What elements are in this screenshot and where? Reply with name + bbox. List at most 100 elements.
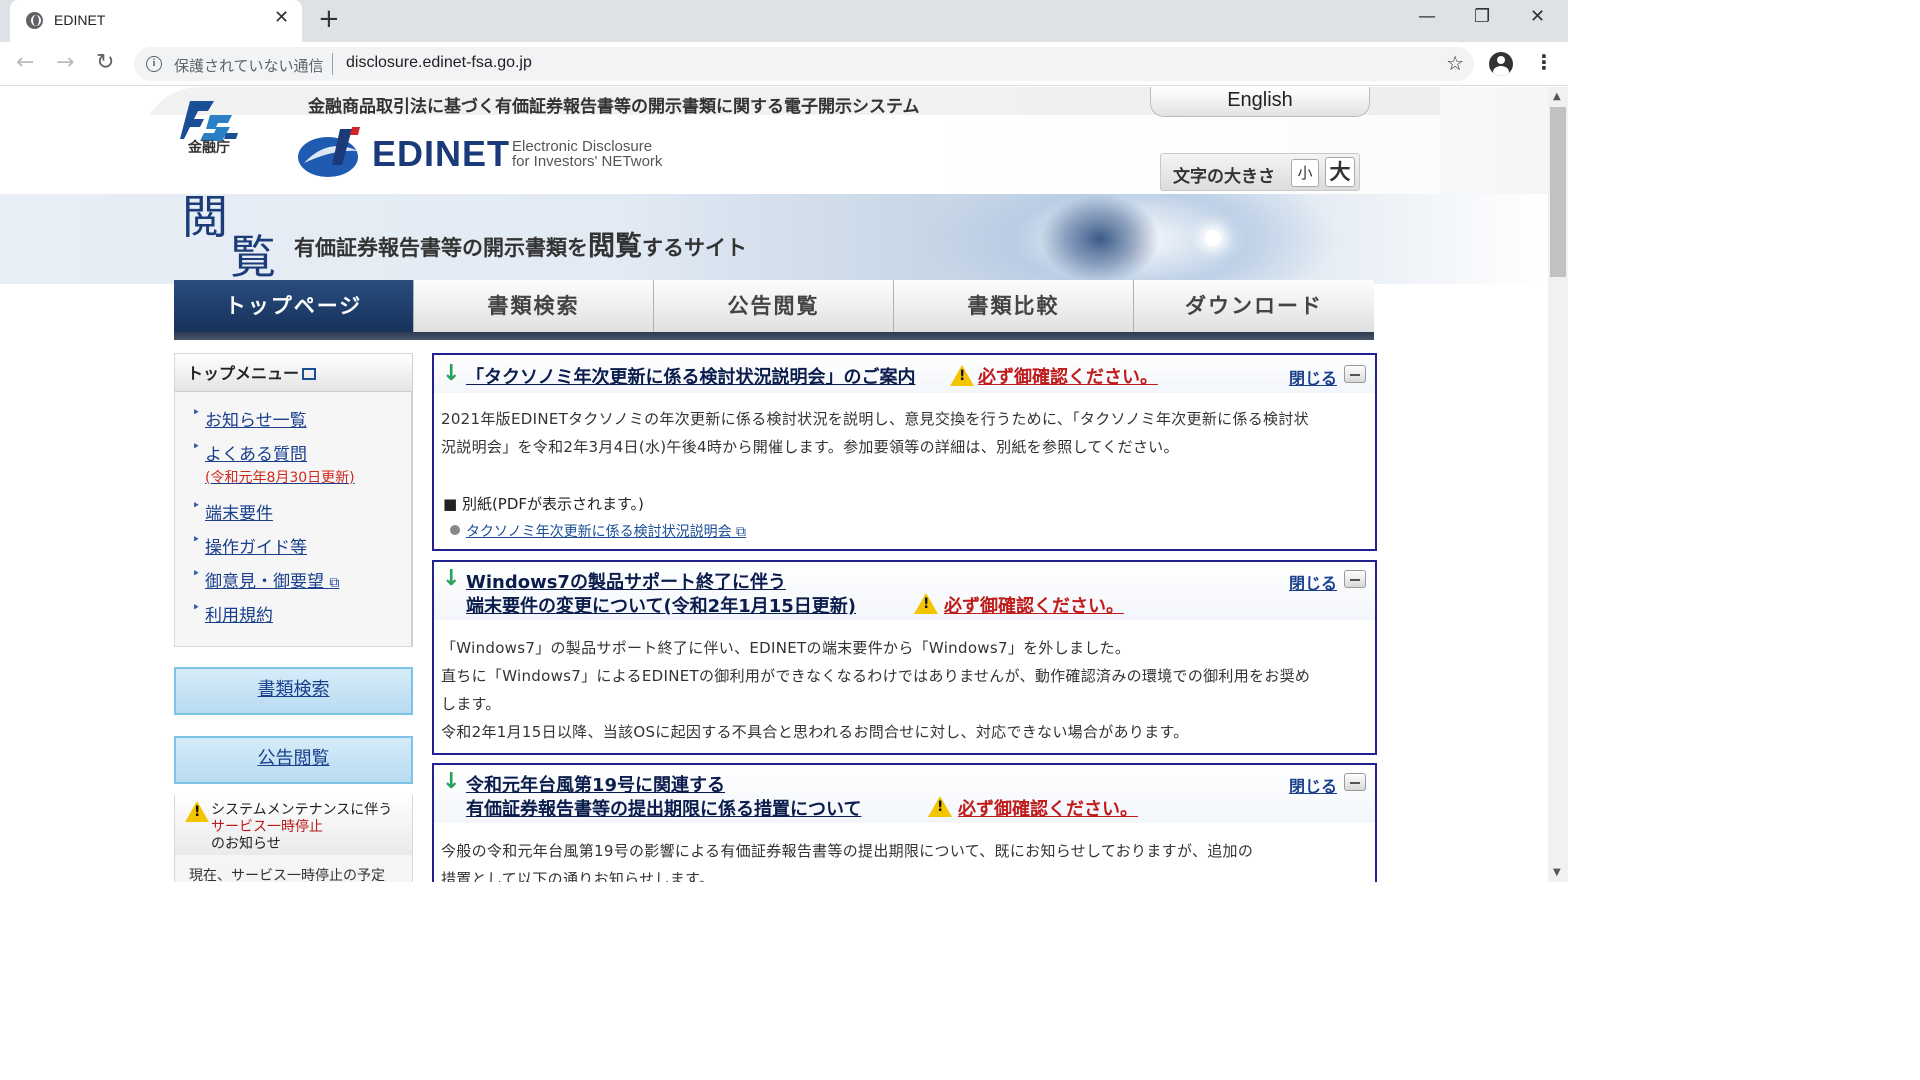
down-arrow-icon: ↓ xyxy=(442,769,461,794)
bullet-dot xyxy=(450,525,460,535)
notice-body-line: 2021年版EDINETタクソノミの年次更新に係る検討状況を説明し、意見交換を行… xyxy=(441,410,1309,428)
top-menu-title: トップメニュー xyxy=(175,354,412,392)
close-link[interactable]: 閉じる xyxy=(1289,570,1337,594)
brand-subtitle-line2: for Investors' NETwork xyxy=(512,153,663,170)
hero-banner: 閲 覧 有価証券報告書等の開示書類を閲覧するサイト xyxy=(0,194,1548,284)
brand-subtitle: Electronic Disclosure for Investors' NET… xyxy=(512,139,662,169)
sidebar-search-button[interactable]: 書類検索 xyxy=(174,667,413,715)
notice-title[interactable]: 「タクソノミ年次更新に係る検討状況説明会」のご案内 xyxy=(466,363,915,389)
sidebar-item-terms[interactable]: 利用規約 xyxy=(192,600,273,626)
notice-typhoon: ↓ 令和元年台風第19号に関連する 有価証券報告書等の提出期限に係る措置について… xyxy=(432,763,1377,882)
sidebar-item-news[interactable]: お知らせ一覧 xyxy=(192,405,307,431)
notice-body-line: 直ちに「Windows7」によるEDINETの御利用ができなくなるわけではありま… xyxy=(441,667,1311,685)
banner-kanji-2: 覧 xyxy=(230,230,276,284)
fsa-label: 金融庁 xyxy=(188,140,230,156)
down-arrow-icon: ↓ xyxy=(442,566,461,591)
new-window-icon: ⧉ xyxy=(736,524,747,540)
attachment-pdf-link[interactable]: タクソノミ年次更新に係る検討状況説明会 ⧉ xyxy=(466,521,746,541)
tagline-pre: 有価証券報告書等の開示書類を xyxy=(294,236,588,260)
banner-tagline: 有価証券報告書等の開示書類を閲覧するサイト xyxy=(294,224,747,263)
close-link[interactable]: 閉じる xyxy=(1289,365,1337,389)
globe-icon xyxy=(26,12,43,29)
insecure-label: 保護されていない通信 xyxy=(174,57,324,75)
collapse-button[interactable] xyxy=(1344,570,1366,588)
warning-icon xyxy=(950,365,974,386)
banner-kanji-1: 閲 xyxy=(182,194,228,244)
banner-light xyxy=(1205,230,1221,246)
brand-subtitle-line1: Electronic Disclosure xyxy=(512,138,653,155)
page-scrollbar[interactable]: ▲ ▼ xyxy=(1548,87,1568,882)
notice-body-line: 令和2年1月15日以降、当該OSに起因する不具合と思われるお問合せに対し、対応で… xyxy=(441,723,1189,741)
scroll-down-icon[interactable]: ▼ xyxy=(1553,867,1561,878)
browser-toolbar: ← → ↻ i 保護されていない通信 disclosure.edinet-fsa… xyxy=(0,42,1568,86)
sidebar-notice-button[interactable]: 公告閲覧 xyxy=(174,736,413,784)
browser-tab[interactable]: EDINET ✕ xyxy=(10,0,302,42)
notice-body-line: 況説明会」を令和2年3月4日(水)午後4時から開催します。参加要領等の詳細は、別… xyxy=(441,438,1179,456)
close-link[interactable]: 閉じる xyxy=(1289,773,1337,797)
notice-body-line: 「Windows7」の製品サポート終了に伴い、EDINETの端末要件から「Win… xyxy=(441,639,1131,657)
minimize-icon[interactable]: — xyxy=(1418,6,1436,27)
tab-download[interactable]: ダウンロード xyxy=(1134,280,1374,332)
reload-icon[interactable]: ↻ xyxy=(96,50,114,75)
notice-body: 2021年版EDINETタクソノミの年次更新に係る検討状況を説明し、意見交換を行… xyxy=(441,405,1309,461)
browser-tab-bar: EDINET ✕ + — ❐ ✕ xyxy=(0,0,1568,42)
warning-icon xyxy=(914,593,938,614)
edinet-logo-icon[interactable] xyxy=(298,127,362,179)
new-tab-button[interactable]: + xyxy=(318,4,340,34)
profile-avatar-icon[interactable] xyxy=(1489,52,1513,76)
url-text[interactable]: disclosure.edinet-fsa.go.jp xyxy=(346,54,532,72)
info-icon[interactable]: i xyxy=(146,56,162,72)
tab-close-icon[interactable]: ✕ xyxy=(274,7,289,28)
back-icon[interactable]: ← xyxy=(16,50,34,75)
attachment-label: ■ 別紙(PDFが表示されます。) xyxy=(443,495,644,513)
tagline-emphasis: 閲覧 xyxy=(588,231,642,262)
site-header: 金融庁 金融商品取引法に基づく有価証券報告書等の開示書類に関する電子開示システム… xyxy=(0,87,1548,194)
notice-title-line1[interactable]: Windows7の製品サポート終了に伴う xyxy=(466,568,786,594)
window-close-icon[interactable]: ✕ xyxy=(1530,6,1545,27)
notice-taxonomy: ↓ 「タクソノミ年次更新に係る検討状況説明会」のご案内 必ず御確認ください。 閉… xyxy=(432,353,1377,551)
tab-title: EDINET xyxy=(54,12,106,28)
tab-top-page[interactable]: トップページ xyxy=(174,280,414,332)
font-size-small-button[interactable]: 小 xyxy=(1291,159,1319,187)
browser-menu-icon[interactable]: ⋮ xyxy=(1534,50,1554,74)
must-confirm-link[interactable]: 必ず御確認ください。 xyxy=(958,795,1138,821)
divider xyxy=(332,53,333,75)
maintenance-line3[interactable]: のお知らせ xyxy=(211,833,281,853)
sidebar-item-guide[interactable]: 操作ガイド等 xyxy=(192,532,307,558)
collapse-button[interactable] xyxy=(1344,365,1366,383)
system-title: 金融商品取引法に基づく有価証券報告書等の開示書類に関する電子開示システム xyxy=(308,97,920,117)
scrollbar-thumb[interactable] xyxy=(1550,107,1566,277)
restore-icon[interactable]: ❐ xyxy=(1474,6,1490,27)
faq-update-note: (令和元年8月30日更新) xyxy=(205,470,355,486)
notice-header: ↓ 令和元年台風第19号に関連する 有価証券報告書等の提出期限に係る措置について… xyxy=(434,765,1375,823)
tab-public-notice[interactable]: 公告閲覧 xyxy=(654,280,894,332)
sidebar-item-feedback-label[interactable]: 御意見・御要望 xyxy=(205,572,324,592)
forward-icon[interactable]: → xyxy=(56,50,74,75)
notice-header: ↓ 「タクソノミ年次更新に係る検討状況説明会」のご案内 必ず御確認ください。 閉… xyxy=(434,355,1375,393)
address-bar[interactable]: i 保護されていない通信 disclosure.edinet-fsa.go.jp… xyxy=(134,47,1474,81)
sidebar-item-faq[interactable]: よくある質問 (令和元年8月30日更新) xyxy=(192,439,355,487)
notice-header: ↓ Windows7の製品サポート終了に伴う 端末要件の変更について(令和2年1… xyxy=(434,562,1375,620)
attachment-pdf-link-text[interactable]: タクソノミ年次更新に係る検討状況説明会 xyxy=(466,524,732,540)
notice-body: 今般の令和元年台風第19号の影響による有価証券報告書等の提出期限について、既にお… xyxy=(441,837,1253,882)
notice-body: 「Windows7」の製品サポート終了に伴い、EDINETの端末要件から「Win… xyxy=(441,634,1310,746)
tab-document-search[interactable]: 書類検索 xyxy=(414,280,654,332)
tagline-post: するサイト xyxy=(642,236,747,260)
notice-body-line: します。 xyxy=(441,695,501,713)
scroll-up-icon[interactable]: ▲ xyxy=(1553,91,1561,102)
must-confirm-link[interactable]: 必ず御確認ください。 xyxy=(944,592,1124,618)
top-menu: トップメニュー お知らせ一覧 よくある質問 (令和元年8月30日更新) 端末要件… xyxy=(174,353,413,647)
sidebar-item-feedback[interactable]: 御意見・御要望 ⧉ xyxy=(192,566,339,592)
notice-title-line2[interactable]: 端末要件の変更について(令和2年1月15日更新) xyxy=(466,592,856,618)
bookmark-star-icon[interactable]: ☆ xyxy=(1446,51,1464,75)
english-link[interactable]: English xyxy=(1150,87,1370,117)
sidebar-item-faq-label[interactable]: よくある質問 xyxy=(205,445,307,465)
notice-title-line2[interactable]: 有価証券報告書等の提出期限に係る措置について xyxy=(466,795,861,821)
collapse-button[interactable] xyxy=(1344,773,1366,791)
brand-name: EDINET xyxy=(372,133,511,174)
font-size-large-button[interactable]: 大 xyxy=(1325,157,1355,187)
sidebar-item-requirements[interactable]: 端末要件 xyxy=(192,498,273,524)
tab-document-compare[interactable]: 書類比較 xyxy=(894,280,1134,332)
must-confirm-link[interactable]: 必ず御確認ください。 xyxy=(978,363,1158,389)
notice-title-line1[interactable]: 令和元年台風第19号に関連する xyxy=(466,771,725,797)
